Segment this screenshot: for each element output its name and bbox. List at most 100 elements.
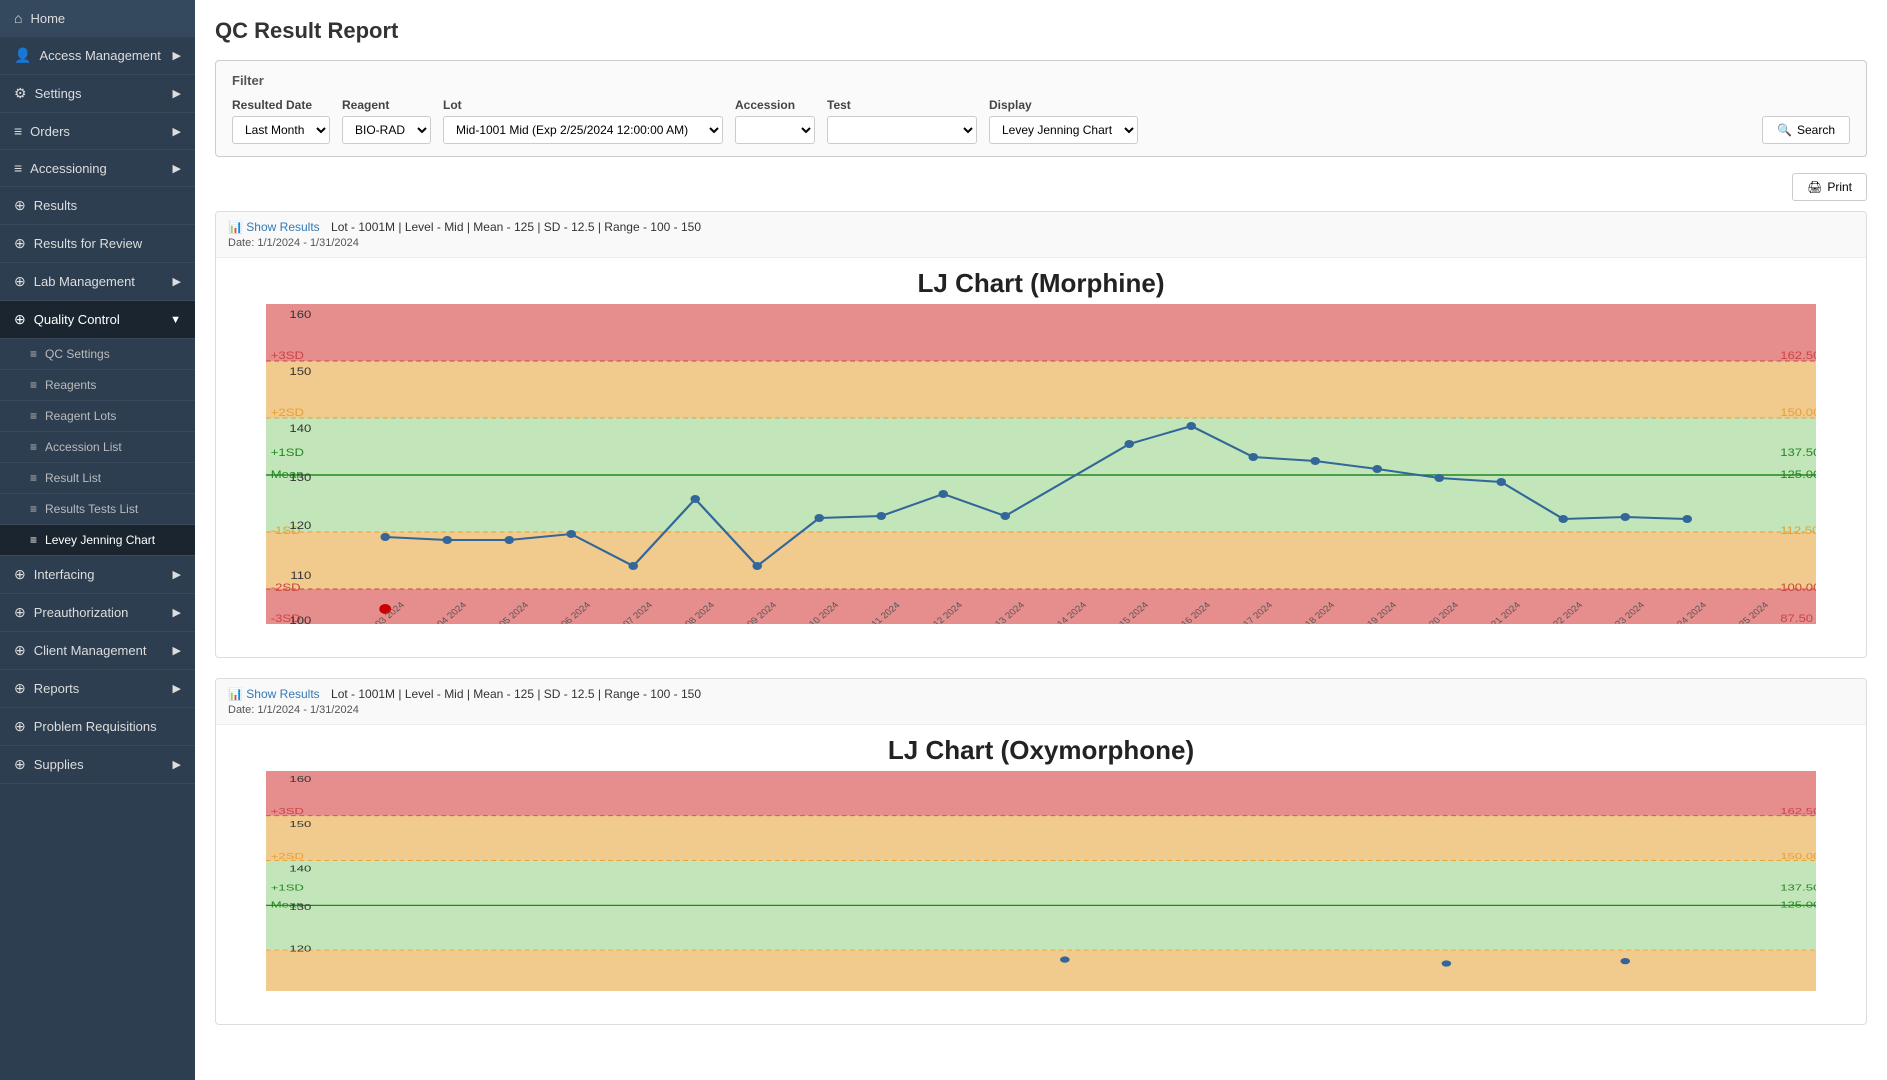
chart-morphine-lot-info: Lot - 1001M | Level - Mid | Mean - 125 |…	[331, 220, 701, 234]
chevron-icon: ▶	[173, 49, 181, 62]
chevron-icon: ▶	[173, 682, 181, 695]
list-icon: ≡	[30, 409, 37, 423]
svg-text:150.00: 150.00	[1780, 406, 1816, 419]
sidebar-item-reagents[interactable]: ≡ Reagents	[0, 370, 195, 401]
svg-text:120: 120	[289, 519, 311, 532]
circle-plus-icon: ⊕	[14, 197, 26, 214]
chart-oxymorphone-title: LJ Chart (Oxymorphone)	[216, 725, 1866, 771]
svg-text:+2SD: +2SD	[271, 852, 304, 861]
sidebar-item-accessioning[interactable]: ≡ Accessioning ▶	[0, 150, 195, 187]
display-select[interactable]: Levey Jenning Chart Table	[989, 116, 1138, 144]
sidebar-item-interfacing[interactable]: ⊕ Interfacing ▶	[0, 556, 195, 594]
show-results-link-2[interactable]: 📊 Show Results	[228, 687, 323, 701]
accession-select[interactable]	[735, 116, 815, 144]
sidebar-item-lab-management[interactable]: ⊕ Lab Management ▶	[0, 263, 195, 301]
sidebar-item-quality-control[interactable]: ⊕ Quality Control ▼	[0, 301, 195, 339]
sidebar-item-label: Home	[30, 11, 65, 26]
list-icon: ≡	[14, 160, 22, 176]
sidebar-item-label: Results	[34, 198, 77, 213]
chart-morphine-date: Date: 1/1/2024 - 1/31/2024	[228, 237, 1854, 249]
sidebar-item-supplies[interactable]: ⊕ Supplies ▶	[0, 746, 195, 784]
circle-plus-icon: ⊕	[14, 680, 26, 697]
reagent-label: Reagent	[342, 98, 431, 112]
sidebar-sub-item-label: Reagents	[45, 378, 96, 392]
sidebar-item-reagent-lots[interactable]: ≡ Reagent Lots	[0, 401, 195, 432]
test-field: Test	[827, 98, 977, 144]
search-button[interactable]: 🔍 Search	[1762, 116, 1850, 144]
sidebar-item-qc-settings[interactable]: ≡ QC Settings	[0, 339, 195, 370]
chart-morphine-title: LJ Chart (Morphine)	[216, 258, 1866, 304]
sidebar-item-problem-requisitions[interactable]: ⊕ Problem Requisitions	[0, 708, 195, 746]
sidebar-item-levey-jenning-chart[interactable]: ≡ Levey Jenning Chart	[0, 525, 195, 556]
sidebar-item-label: Settings	[35, 86, 82, 101]
svg-text:160: 160	[289, 308, 311, 321]
sidebar-item-result-list[interactable]: ≡ Result List	[0, 463, 195, 494]
chevron-down-icon: ▼	[170, 314, 181, 326]
svg-text:+1SD: +1SD	[271, 883, 304, 892]
svg-text:+3SD: +3SD	[271, 807, 304, 816]
sidebar-item-preauthorization[interactable]: ⊕ Preauthorization ▶	[0, 594, 195, 632]
chevron-icon: ▶	[173, 125, 181, 138]
sidebar-item-results[interactable]: ⊕ Results	[0, 187, 195, 225]
svg-text:150: 150	[289, 365, 311, 378]
show-results-link-1[interactable]: 📊 Show Results	[228, 220, 323, 234]
search-icon: 🔍	[1777, 123, 1792, 137]
chart-morphine: 📊 Show Results Lot - 1001M | Level - Mid…	[215, 211, 1867, 658]
svg-text:100: 100	[289, 614, 311, 624]
sidebar-item-label: Interfacing	[34, 567, 95, 582]
svg-text:+2SD: +2SD	[271, 406, 304, 419]
svg-text:110: 110	[290, 569, 311, 582]
gear-icon: ⚙	[14, 85, 27, 102]
svg-text:150.00: 150.00	[1780, 852, 1816, 861]
sidebar-item-label: Lab Management	[34, 274, 135, 289]
sidebar-item-results-for-review[interactable]: ⊕ Results for Review	[0, 225, 195, 263]
sidebar-item-label: Access Management	[39, 48, 160, 63]
chart-oxymorphone: 📊 Show Results Lot - 1001M | Level - Mid…	[215, 678, 1867, 1025]
sidebar-item-access-management[interactable]: 👤 Access Management ▶	[0, 37, 195, 75]
sidebar-item-label: Supplies	[34, 757, 84, 772]
svg-text:137.50: 137.50	[1780, 883, 1816, 892]
chevron-icon: ▶	[173, 87, 181, 100]
reagent-select[interactable]: BIO-RAD Other	[342, 116, 431, 144]
sidebar-item-label: Orders	[30, 124, 70, 139]
sidebar-item-label: Preauthorization	[34, 605, 129, 620]
list-icon: ≡	[30, 502, 37, 516]
chevron-icon: ▶	[173, 275, 181, 288]
list-icon: ≡	[30, 440, 37, 454]
home-icon: ⌂	[14, 10, 22, 26]
reagent-field: Reagent BIO-RAD Other	[342, 98, 431, 144]
sidebar-item-accession-list[interactable]: ≡ Accession List	[0, 432, 195, 463]
main-content: QC Result Report Filter Resulted Date La…	[195, 0, 1887, 1080]
svg-text:130: 130	[289, 903, 311, 912]
list-icon: ≡	[30, 378, 37, 392]
svg-text:125.00: 125.00	[1780, 901, 1816, 910]
circle-plus-icon: ⊕	[14, 604, 26, 621]
sidebar-item-label: Client Management	[34, 643, 147, 658]
test-select[interactable]	[827, 116, 977, 144]
print-button[interactable]: 🖨 Print	[1792, 173, 1867, 201]
lot-select[interactable]: Mid-1001 Mid (Exp 2/25/2024 12:00:00 AM)	[443, 116, 723, 144]
sidebar-item-reports[interactable]: ⊕ Reports ▶	[0, 670, 195, 708]
print-button-label: Print	[1827, 180, 1852, 194]
chart-oxymorphone-header: 📊 Show Results Lot - 1001M | Level - Mid…	[216, 679, 1866, 725]
sidebar-item-settings[interactable]: ⚙ Settings ▶	[0, 75, 195, 113]
sidebar-item-results-tests-list[interactable]: ≡ Results Tests List	[0, 494, 195, 525]
sidebar-item-home[interactable]: ⌂ Home	[0, 0, 195, 37]
circle-plus-icon: ⊕	[14, 235, 26, 252]
accession-label: Accession	[735, 98, 815, 112]
sidebar-item-client-management[interactable]: ⊕ Client Management ▶	[0, 632, 195, 670]
sidebar-sub-item-label: Accession List	[45, 440, 122, 454]
page-title: QC Result Report	[215, 18, 1867, 44]
list-icon: ≡	[30, 347, 37, 361]
svg-text:-2SD: -2SD	[271, 581, 301, 594]
lot-field: Lot Mid-1001 Mid (Exp 2/25/2024 12:00:00…	[443, 98, 723, 144]
svg-text:162.50: 162.50	[1780, 807, 1816, 816]
chart-icon-2: 📊	[228, 687, 243, 701]
resulted-date-select[interactable]: Last Month This Month Last Week Custom	[232, 116, 330, 144]
user-icon: 👤	[14, 47, 31, 64]
circle-plus-icon: ⊕	[14, 642, 26, 659]
circle-plus-icon: ⊕	[14, 311, 26, 328]
circle-plus-icon: ⊕	[14, 718, 26, 735]
chart-oxymorphone-svg: +3SD +2SD +1SD Mean 162.50 150.00 137.50…	[266, 771, 1816, 991]
sidebar-item-orders[interactable]: ≡ Orders ▶	[0, 113, 195, 150]
